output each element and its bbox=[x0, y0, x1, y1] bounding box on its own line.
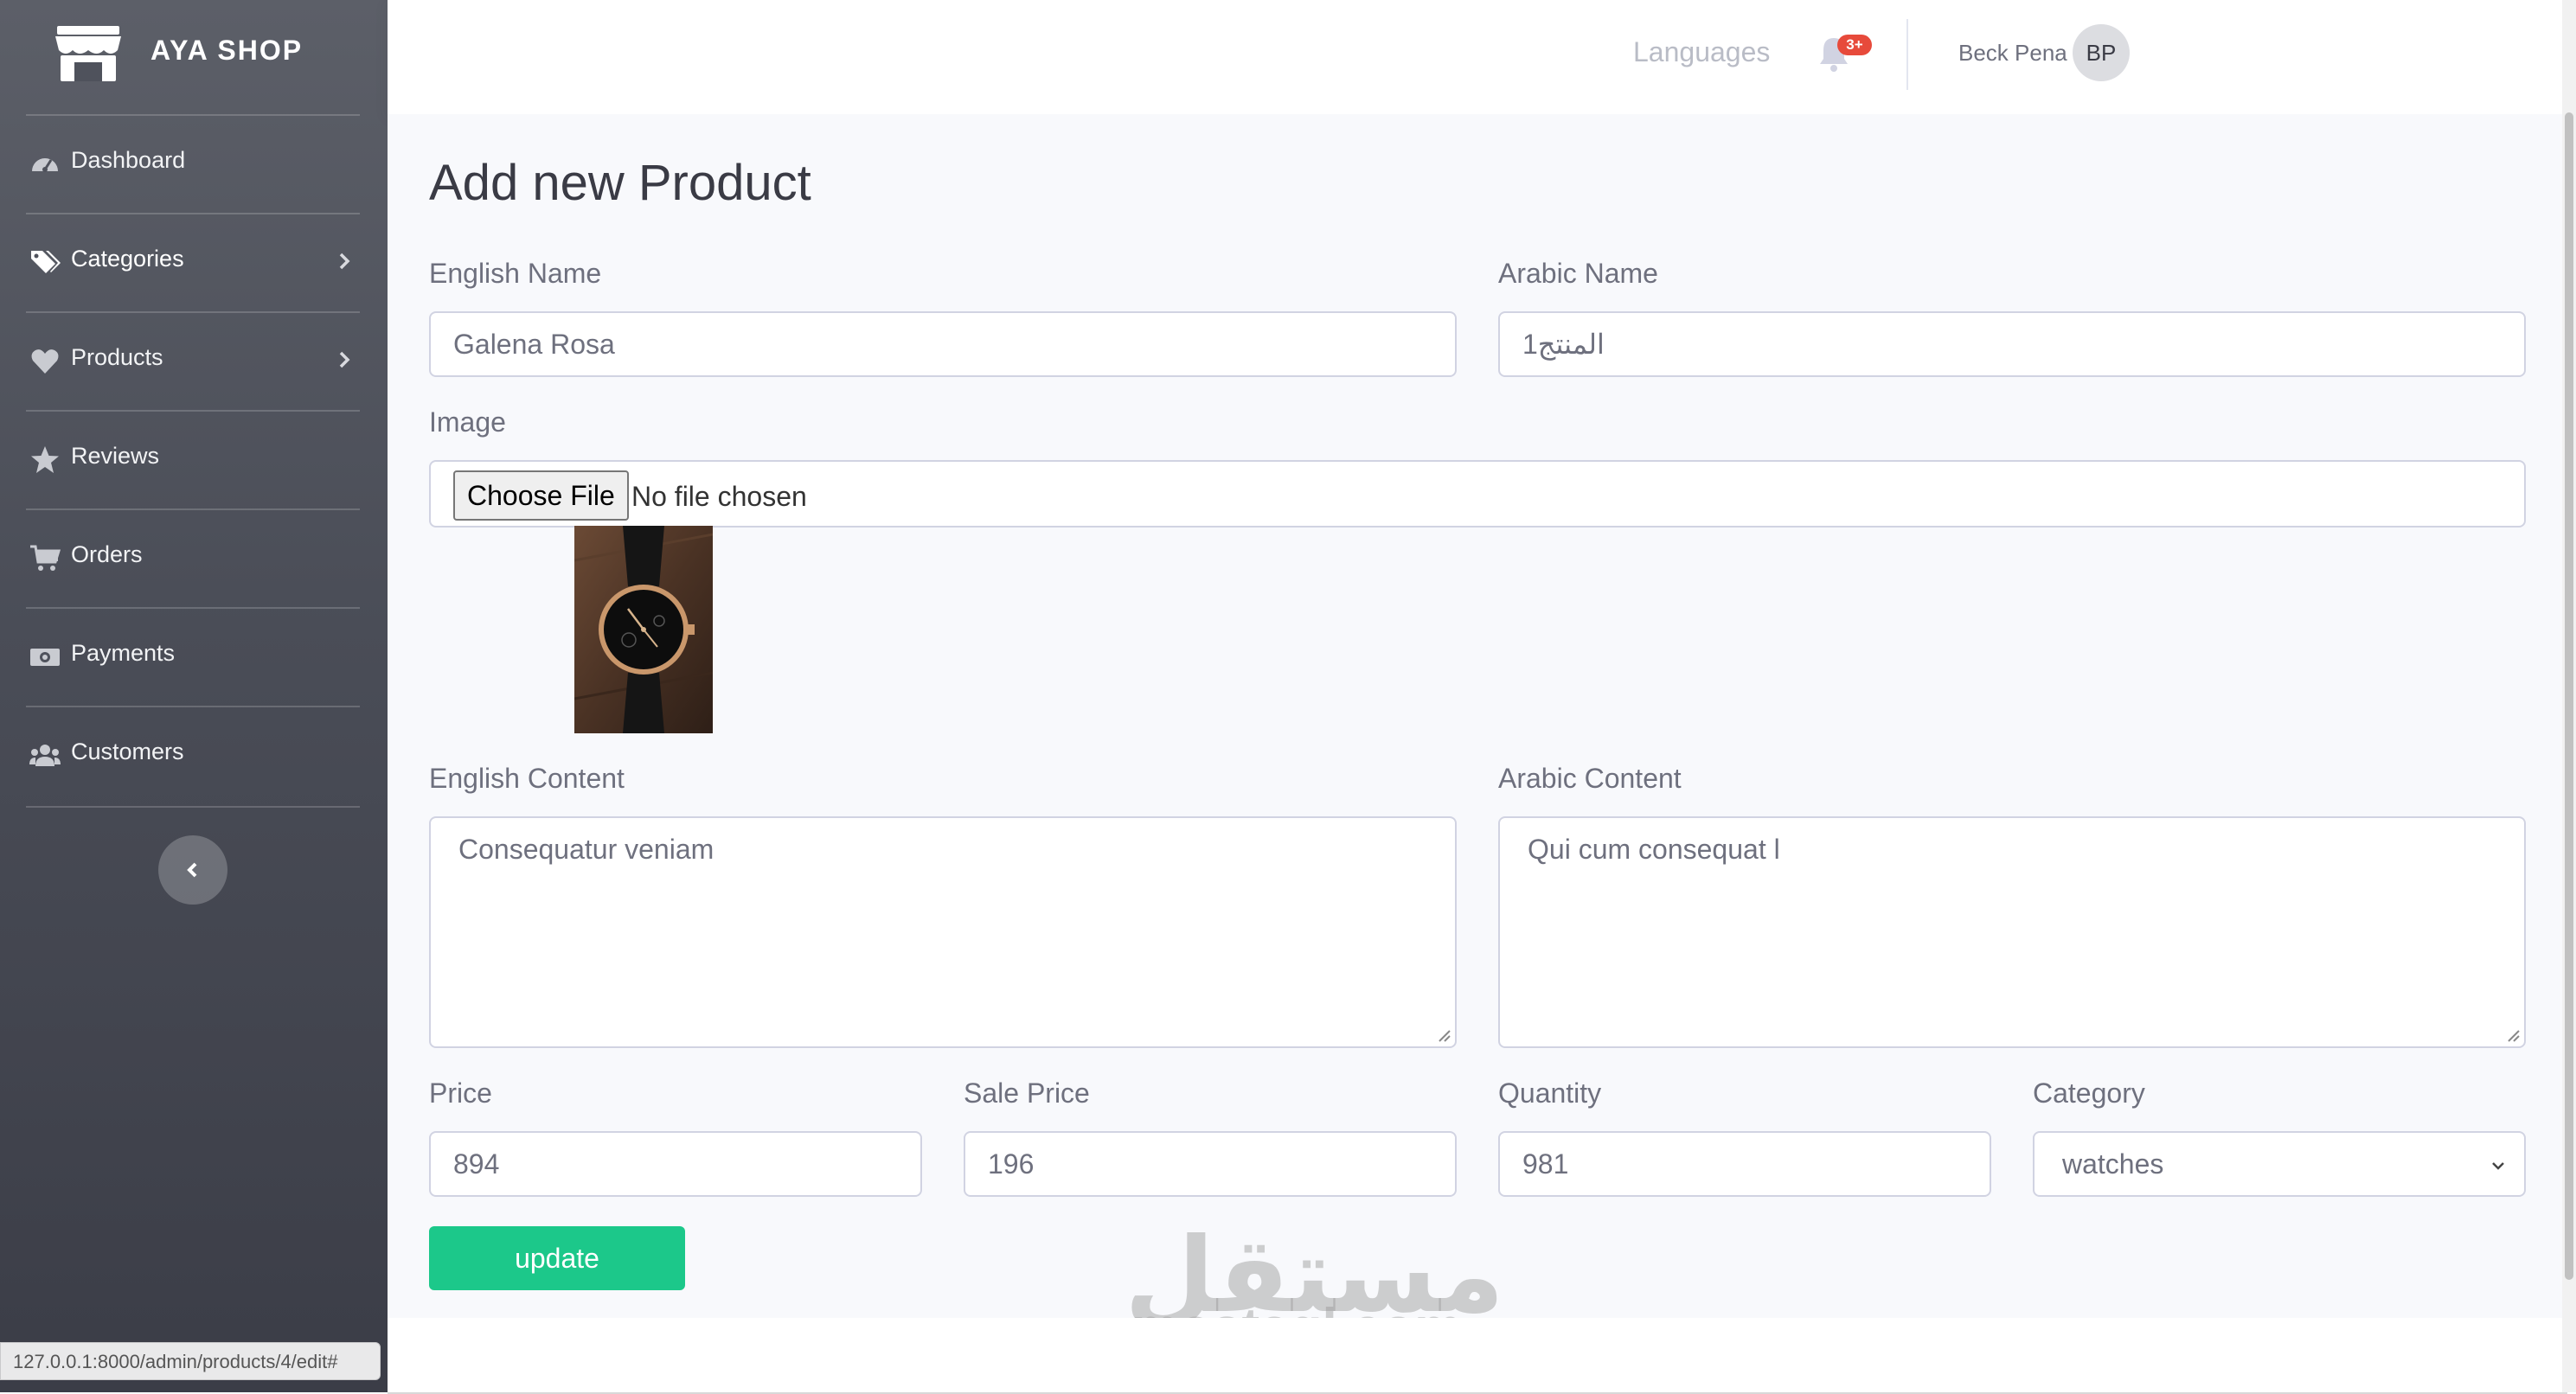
sidebar-item-customers[interactable]: Customers bbox=[26, 706, 360, 804]
arabic-name-label: Arabic Name bbox=[1498, 258, 1658, 289]
quantity-value: 981 bbox=[1522, 1148, 1569, 1180]
sidebar-item-products[interactable]: Products bbox=[26, 311, 360, 410]
tags-icon bbox=[31, 251, 61, 273]
sidebar-item-dashboard[interactable]: Dashboard bbox=[26, 114, 360, 213]
brand-name: AYA SHOP bbox=[151, 35, 304, 66]
sidebar-item-label: Reviews bbox=[71, 443, 160, 469]
status-bar-url: 127.0.0.1:8000/admin/products/4/edit# bbox=[0, 1342, 381, 1380]
price-value: 894 bbox=[453, 1148, 500, 1180]
chevron-down-icon bbox=[2492, 1162, 2504, 1170]
users-icon bbox=[29, 745, 61, 766]
sidebar-item-orders[interactable]: Orders bbox=[26, 508, 360, 607]
arabic-content-textarea[interactable]: Qui cum consequat l bbox=[1498, 816, 2526, 1048]
sidebar-item-label: Payments bbox=[71, 640, 176, 666]
store-icon bbox=[55, 26, 121, 81]
topbar bbox=[388, 0, 2567, 114]
sidebar-item-label: Customers bbox=[71, 739, 184, 764]
user-name[interactable]: Beck Pena bbox=[1958, 40, 2067, 67]
english-name-input[interactable]: Galena Rosa bbox=[429, 311, 1457, 377]
money-bill-icon bbox=[30, 649, 60, 666]
quantity-input[interactable]: 981 bbox=[1498, 1131, 1991, 1197]
sale-price-value: 196 bbox=[988, 1148, 1035, 1180]
sidebar-divider bbox=[26, 806, 360, 808]
sidebar: AYA SHOP Dashboard Categories Products R… bbox=[0, 0, 388, 1392]
status-bar-url-text: 127.0.0.1:8000/admin/products/4/edit# bbox=[13, 1351, 338, 1372]
star-icon bbox=[31, 446, 59, 473]
sidebar-item-label: Products bbox=[71, 344, 163, 370]
sidebar-item-label: Categories bbox=[71, 246, 184, 272]
resize-grip-icon[interactable] bbox=[2505, 1027, 2521, 1043]
choose-file-button[interactable]: Choose File bbox=[453, 470, 629, 521]
category-label: Category bbox=[2033, 1077, 2145, 1109]
sidebar-item-payments[interactable]: Payments bbox=[26, 607, 360, 706]
category-select[interactable]: watches bbox=[2033, 1131, 2526, 1197]
arabic-content-label: Arabic Content bbox=[1498, 763, 1682, 794]
sidebar-item-label: Dashboard bbox=[71, 147, 186, 173]
cart-icon bbox=[30, 545, 61, 571]
tachometer-icon bbox=[32, 158, 58, 172]
chevron-right-icon bbox=[339, 253, 350, 270]
image-file-input[interactable]: Choose File No file chosen bbox=[429, 460, 2526, 528]
topbar-divider bbox=[1906, 19, 1908, 90]
notification-badge: 3+ bbox=[1837, 35, 1872, 55]
chevron-left-icon bbox=[187, 862, 197, 878]
scrollbar-thumb[interactable] bbox=[2565, 112, 2573, 1280]
english-content-value: Consequatur veniam bbox=[458, 834, 714, 865]
product-image-preview bbox=[574, 526, 713, 733]
resize-grip-icon[interactable] bbox=[1436, 1027, 1451, 1043]
avatar[interactable]: BP bbox=[2073, 24, 2130, 81]
category-value: watches bbox=[2062, 1148, 2164, 1180]
languages-dropdown[interactable]: Languages bbox=[1633, 36, 1770, 68]
sale-price-label: Sale Price bbox=[964, 1077, 1090, 1109]
sidebar-item-categories[interactable]: Categories bbox=[26, 213, 360, 311]
heart-icon bbox=[31, 349, 59, 374]
arabic-content-value: Qui cum consequat l bbox=[1528, 834, 1780, 865]
english-content-textarea[interactable]: Consequatur veniam bbox=[429, 816, 1457, 1048]
file-status-text: No file chosen bbox=[631, 481, 807, 512]
sidebar-item-reviews[interactable]: Reviews bbox=[26, 410, 360, 508]
arabic-name-value: المنتج1 bbox=[1522, 329, 1605, 360]
update-button[interactable]: update bbox=[429, 1226, 685, 1290]
chevron-right-icon bbox=[339, 351, 350, 368]
english-content-label: English Content bbox=[429, 763, 625, 794]
image-label: Image bbox=[429, 406, 506, 438]
english-name-label: English Name bbox=[429, 258, 602, 289]
arabic-name-input[interactable]: المنتج1 bbox=[1498, 311, 2526, 377]
sidebar-item-label: Orders bbox=[71, 541, 143, 567]
price-input[interactable]: 894 bbox=[429, 1131, 922, 1197]
quantity-label: Quantity bbox=[1498, 1077, 1602, 1109]
english-name-value: Galena Rosa bbox=[453, 328, 615, 360]
main-content: Add new Product English Name Galena Rosa… bbox=[388, 114, 2567, 1318]
sale-price-input[interactable]: 196 bbox=[964, 1131, 1457, 1197]
footer bbox=[388, 1318, 2567, 1394]
brand[interactable]: AYA SHOP bbox=[0, 0, 388, 114]
price-label: Price bbox=[429, 1077, 492, 1109]
sidebar-toggle-button[interactable] bbox=[158, 835, 227, 905]
page-title: Add new Product bbox=[429, 155, 811, 211]
